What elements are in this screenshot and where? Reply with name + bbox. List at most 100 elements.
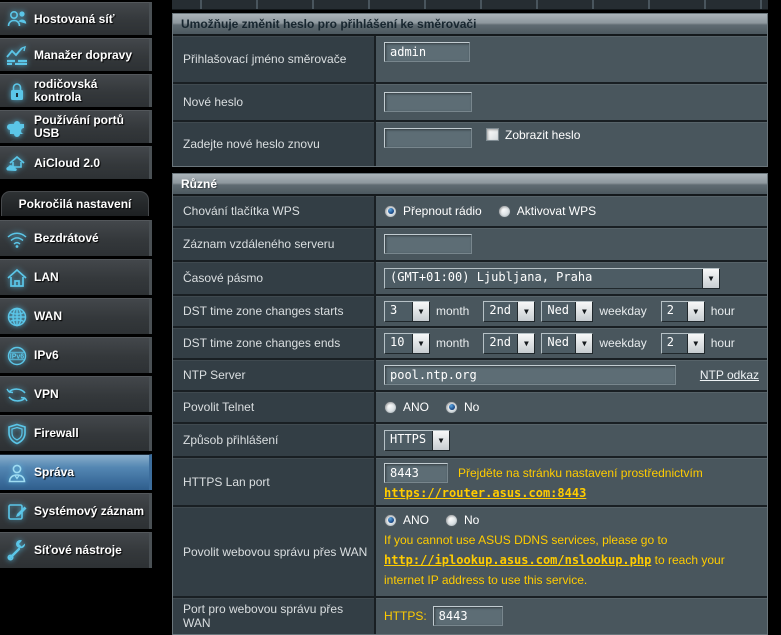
dst-end-week-value: 2nd [484,334,516,353]
wan-port-protocol-label: HTTPS: [384,609,427,623]
auth-method-cell: HTTPS ▼ [376,424,767,456]
telnet-no-label: No [464,400,479,414]
sidebar-item-label: Systémový záznam [34,505,146,518]
dst-end-month-unit: month [436,336,469,350]
sidebar-item-label: Používání portů USB [34,114,149,140]
dst-start-weekday-value: Ned [542,302,574,321]
dst-start-hour-value: 2 [662,302,679,321]
dst-start-cell: 3 ▼ month 2nd ▼ Ned ▼ weekday 2 [376,296,767,326]
ddns-note: If you cannot use ASUS DDNS services, pl… [384,530,759,590]
dst-end-label: DST time zone changes ends [173,328,376,358]
telnet-cell: ANO No [376,392,767,422]
new-password-row: Nové heslo [173,84,767,122]
sidebar-item-label: Firewall [34,427,81,440]
dst-end-weekday-select[interactable]: Ned ▼ [541,333,593,354]
ntp-server-row: NTP Server NTP odkaz [173,360,767,392]
sidebar-section-advanced-settings: Pokročilá nastavení [1,191,149,216]
sidebar-item-label: VPN [34,388,61,401]
router-login-name-label: Přihlašovací jméno směrovače [173,36,376,82]
timezone-label: Časové pásmo [173,262,376,294]
wan-access-yes-radio[interactable] [384,514,397,527]
administration-icon [0,462,34,484]
sidebar-item-system-log[interactable]: Systémový záznam [0,493,152,529]
chevron-down-icon: ▼ [517,302,534,321]
sidebar-item-network-tools[interactable]: Síťové nástroje [0,532,152,568]
ntp-server-input[interactable] [384,365,676,385]
auth-method-select[interactable]: HTTPS ▼ [384,430,450,451]
dst-end-week-select[interactable]: 2nd ▼ [483,333,535,354]
https-lan-port-row: HTTPS Lan port Přejděte na stránku nasta… [173,458,767,507]
show-password-label: Zobrazit heslo [505,128,580,142]
router-login-name-input[interactable] [384,42,470,62]
system-log-icon [0,501,34,523]
page: Hostovaná síť Manažer dopravy rodičovská… [0,0,781,608]
router-login-name-cell [376,36,767,82]
ipv6-icon: IPv6 [0,345,34,367]
new-password-input[interactable] [384,92,472,112]
wan-access-no-radio[interactable] [445,514,458,527]
dst-start-weekday-select[interactable]: Ned ▼ [541,301,593,322]
timezone-select[interactable]: (GMT+01:00) Ljubljana, Praha ▼ [384,268,720,289]
dst-start-week-value: 2nd [484,302,516,321]
wan-access-no-label: No [464,513,479,527]
show-password-checkbox[interactable] [486,128,499,141]
chevron-down-icon: ▼ [575,302,592,321]
sidebar-item-wan[interactable]: WAN [0,298,152,334]
retype-password-input[interactable] [384,128,472,148]
chevron-down-icon: ▼ [687,334,704,353]
sidebar-item-label: Hostovaná síť [34,13,116,26]
sidebar-item-administration[interactable]: Správa [0,454,152,490]
https-lan-port-cell: Přejděte na stránku nastavení prostředni… [376,458,767,505]
sidebar-item-wireless[interactable]: Bezdrátové [0,220,152,256]
auth-method-value: HTTPS [385,431,431,450]
chevron-down-icon: ▼ [517,334,534,353]
ntp-server-cell: NTP odkaz [376,360,767,390]
lan-icon [0,267,34,289]
sidebar-item-ipv6[interactable]: IPv6 IPv6 [0,337,152,373]
sidebar-item-label: AiCloud 2.0 [34,157,102,170]
dst-end-weekday-unit: weekday [599,336,646,350]
guest-network-icon [0,9,34,29]
dst-end-hour-unit: hour [711,336,735,350]
sidebar-item-parental-control[interactable]: rodičovská kontrola [0,74,152,107]
table-edge-strip [172,0,768,10]
dst-end-month-select[interactable]: 10 ▼ [384,333,430,354]
misc-panel: Různé Chování tlačítka WPS Přepnout rádi… [172,173,768,635]
remote-log-row: Záznam vzdáleného serveru [173,228,767,262]
https-lan-port-hint: Přejděte na stránku nastavení prostředni… [458,466,703,480]
iplookup-link[interactable]: http://iplookup.asus.com/nslookup.php [384,553,651,567]
telnet-yes-radio[interactable] [384,401,397,414]
dst-start-week-select[interactable]: 2nd ▼ [483,301,535,322]
sidebar-item-usb-application[interactable]: Používání portů USB [0,110,152,143]
remote-log-input[interactable] [384,234,472,254]
sidebar-item-guest-network[interactable]: Hostovaná síť [0,2,152,35]
wps-activate-radio[interactable] [498,205,511,218]
vpn-icon [0,385,34,405]
dst-end-hour-select[interactable]: 2 ▼ [661,333,705,354]
sidebar-item-traffic-manager[interactable]: Manažer dopravy [0,38,152,71]
https-lan-port-input[interactable] [384,463,448,483]
wps-toggle-radio-radio[interactable] [384,205,397,218]
wan-port-input[interactable] [433,606,503,626]
sidebar-item-aicloud[interactable]: AiCloud 2.0 [0,146,152,179]
dst-start-row: DST time zone changes starts 3 ▼ month 2… [173,296,767,328]
chevron-down-icon: ▼ [412,334,429,353]
chevron-down-icon: ▼ [412,302,429,321]
sidebar-item-vpn[interactable]: VPN [0,376,152,412]
wan-port-label: Port pro webovou správu přes WAN [173,598,376,634]
wps-behavior-label: Chování tlačítka WPS [173,196,376,226]
sidebar-item-label: IPv6 [34,349,61,362]
sidebar-item-lan[interactable]: LAN [0,259,152,295]
dst-start-month-select[interactable]: 3 ▼ [384,301,430,322]
telnet-no-radio[interactable] [445,401,458,414]
sidebar-item-firewall[interactable]: Firewall [0,415,152,451]
sidebar: Hostovaná síť Manažer dopravy rodičovská… [0,0,152,608]
router-settings-link[interactable]: https://router.asus.com:8443 [384,486,586,500]
traffic-manager-icon [0,45,34,65]
dst-start-hour-select[interactable]: 2 ▼ [661,301,705,322]
sidebar-item-label: Bezdrátové [34,232,101,245]
dst-start-label: DST time zone changes starts [173,296,376,326]
wan-icon [0,306,34,328]
ntp-link[interactable]: NTP odkaz [700,368,759,382]
dst-start-weekday-unit: weekday [599,304,646,318]
